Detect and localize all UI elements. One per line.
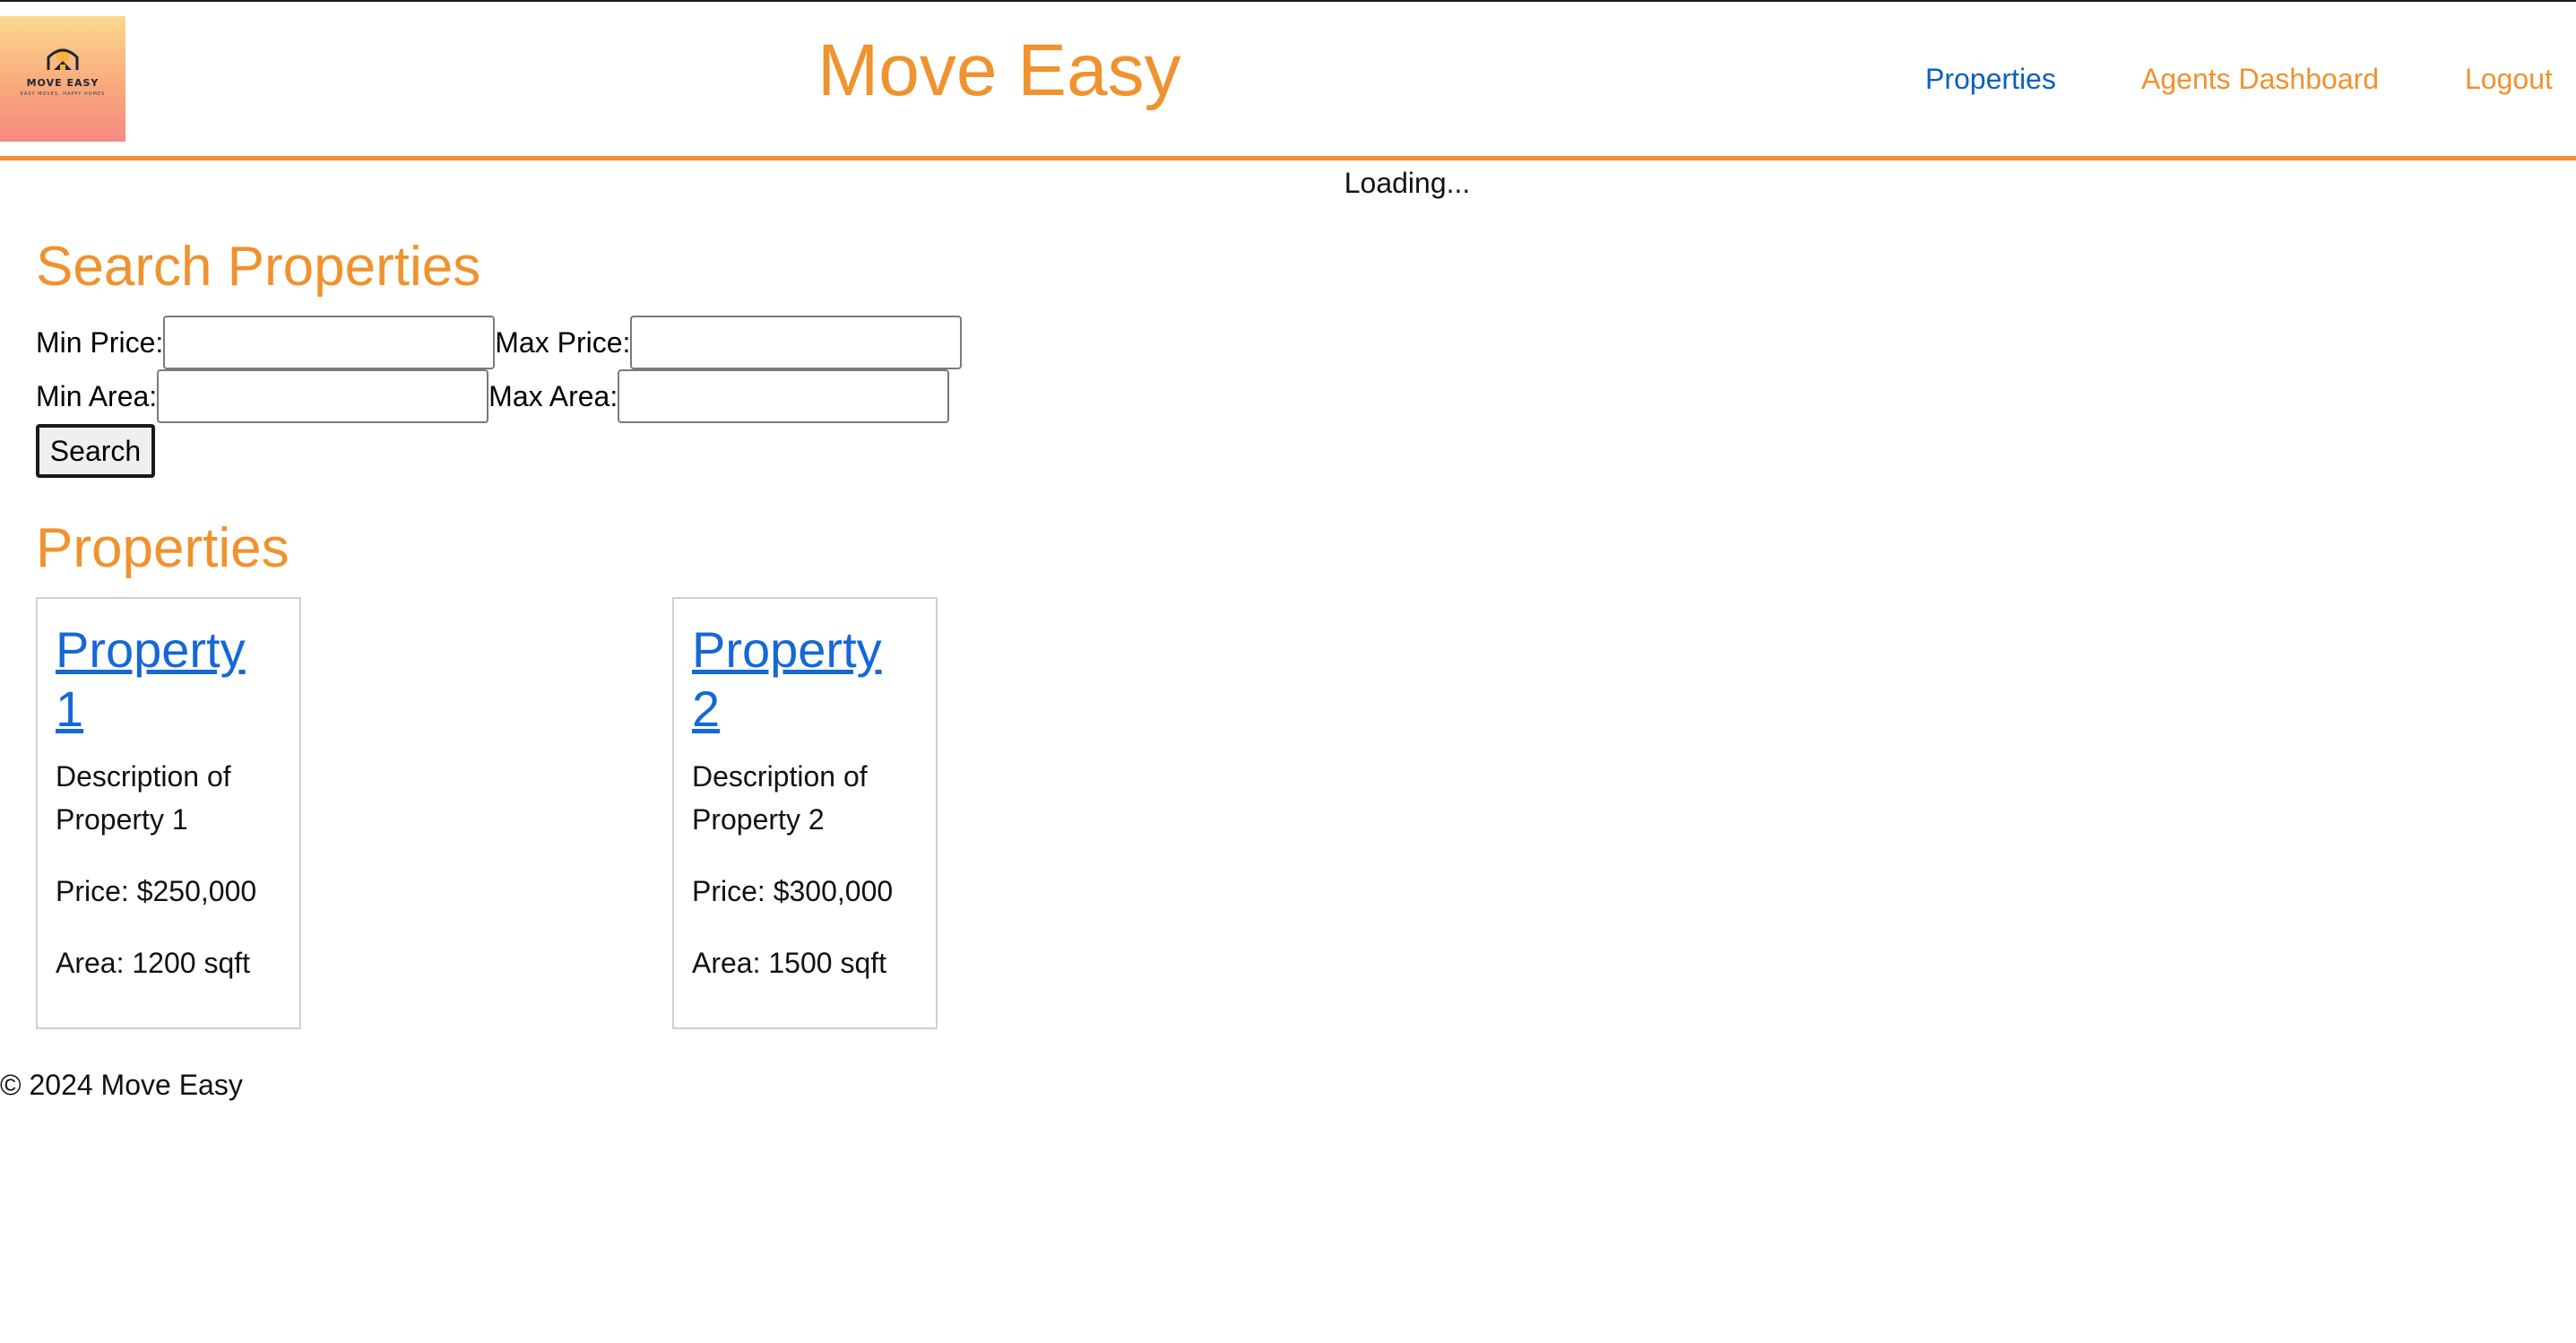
property-area: Area: 1200 sqft <box>56 947 251 979</box>
min-price-input[interactable] <box>163 316 496 369</box>
max-price-input[interactable] <box>630 316 963 369</box>
area-filter-row: Min Area: Max Area: <box>36 369 950 423</box>
property-title-link[interactable]: Property 2 <box>692 620 918 739</box>
properties-heading: Properties <box>36 517 290 579</box>
max-price-label: Max Price: <box>495 325 631 359</box>
property-price: Price: $250,000 <box>56 875 257 907</box>
nav-logout-link[interactable]: Logout <box>2465 63 2553 96</box>
property-title-link[interactable]: Property 1 <box>56 620 281 739</box>
nav-properties-link[interactable]: Properties <box>1925 63 2056 96</box>
property-description: Description of Property 2 <box>692 760 868 836</box>
site-header: MOVE EASY EASY MOVES, HAPPY HOMES Move E… <box>0 2 2576 158</box>
property-card: Property 2 Description of Property 2 Pri… <box>672 597 938 1029</box>
min-price-label: Min Price: <box>36 325 164 359</box>
property-card: Property 1 Description of Property 1 Pri… <box>36 597 301 1029</box>
header-divider <box>0 156 2576 160</box>
loading-indicator: Loading... <box>1344 167 1471 199</box>
page: MOVE EASY EASY MOVES, HAPPY HOMES Move E… <box>0 0 2576 1343</box>
site-footer: © 2024 Move Easy <box>0 1069 243 1101</box>
max-area-label: Max Area: <box>488 379 618 412</box>
main-nav: Properties Agents Dashboard Logout <box>0 63 2576 99</box>
max-area-input[interactable] <box>618 369 950 423</box>
property-area: Area: 1500 sqft <box>692 947 887 979</box>
property-description: Description of Property 1 <box>56 760 231 836</box>
min-area-label: Min Area: <box>36 379 158 412</box>
price-filter-row: Min Price: Max Price: <box>36 316 963 369</box>
search-heading: Search Properties <box>36 236 481 298</box>
nav-agents-dashboard-link[interactable]: Agents Dashboard <box>2141 63 2379 96</box>
search-button[interactable]: Search <box>36 424 155 478</box>
property-price: Price: $300,000 <box>692 875 894 907</box>
min-area-input[interactable] <box>157 369 489 423</box>
